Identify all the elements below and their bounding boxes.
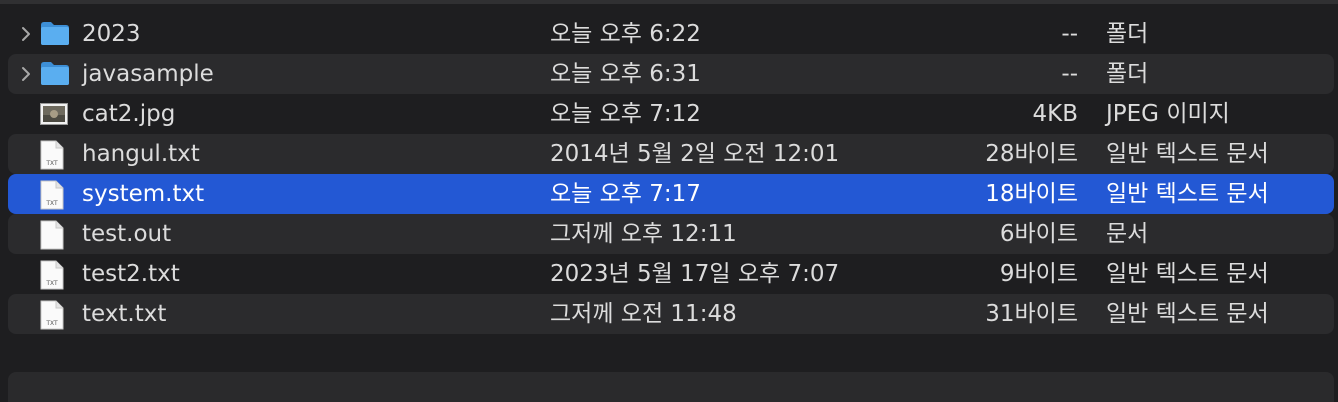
date-modified: 오늘 오후 6:31	[550, 61, 701, 87]
file-size: 4KB	[1032, 101, 1079, 127]
file-row[interactable]: javasample 오늘 오후 6:31 -- 폴더	[8, 54, 1334, 94]
file-name[interactable]: javasample	[82, 54, 214, 94]
file-kind: JPEG 이미지	[1106, 101, 1230, 127]
date-modified: 오늘 오후 7:17	[550, 181, 701, 207]
file-size: 31바이트	[985, 301, 1078, 327]
date-modified: 오늘 오후 6:22	[550, 21, 701, 47]
file-size: 9바이트	[999, 261, 1078, 287]
file-row[interactable]: test.out 그저께 오후 12:11 6바이트 문서	[8, 214, 1334, 254]
svg-text:TXT: TXT	[45, 320, 58, 327]
file-list[interactable]: 2023 오늘 오후 6:22 -- 폴더 javasample 오늘 오후 6:31 --…	[8, 14, 1334, 334]
date-modified: 오늘 오후 7:12	[550, 101, 701, 127]
column-header-edge	[0, 0, 1338, 4]
file-kind: 일반 텍스트 문서	[1106, 141, 1269, 167]
svg-text:TXT: TXT	[45, 200, 58, 207]
folder-icon	[40, 54, 72, 94]
file-row[interactable]: TXT system.txt 오늘 오후 7:17 18바이트 일반 텍스트 문서	[8, 174, 1334, 214]
file-name[interactable]: text.txt	[82, 294, 166, 334]
file-kind: 일반 텍스트 문서	[1106, 261, 1269, 287]
file-size: --	[1061, 61, 1078, 87]
date-modified: 그저께 오전 11:48	[550, 301, 737, 327]
file-row[interactable]: cat2.jpg 오늘 오후 7:12 4KB JPEG 이미지	[8, 94, 1334, 134]
file-name[interactable]: 2023	[82, 14, 141, 54]
date-modified: 그저께 오후 12:11	[550, 221, 737, 247]
finder-window: 2023 오늘 오후 6:22 -- 폴더 javasample 오늘 오후 6:31 --…	[0, 0, 1338, 402]
file-name[interactable]: test2.txt	[82, 254, 180, 294]
svg-text:TXT: TXT	[45, 160, 58, 167]
file-size: 18바이트	[985, 181, 1078, 207]
file-name[interactable]: system.txt	[82, 174, 204, 214]
file-row[interactable]: TXT text.txt 그저께 오전 11:48 31바이트 일반 텍스트 문서	[8, 294, 1334, 334]
folder-icon	[40, 14, 72, 54]
disclosure-chevron-icon[interactable]	[16, 14, 36, 54]
txt-document-icon: TXT	[40, 254, 72, 294]
txt-document-icon: TXT	[40, 134, 72, 174]
svg-text:TXT: TXT	[45, 280, 58, 287]
date-modified: 2014년 5월 2일 오전 12:01	[550, 141, 840, 167]
file-name[interactable]: hangul.txt	[82, 134, 200, 174]
disclosure-chevron-icon[interactable]	[16, 54, 36, 94]
file-kind: 일반 텍스트 문서	[1106, 301, 1269, 327]
file-kind: 문서	[1106, 221, 1149, 247]
file-kind: 폴더	[1106, 61, 1149, 87]
file-size: 6바이트	[999, 221, 1078, 247]
file-row[interactable]: TXT test2.txt 2023년 5월 17일 오후 7:07 9바이트 일반 텍…	[8, 254, 1334, 294]
file-size: 28바이트	[985, 141, 1078, 167]
txt-document-icon: TXT	[40, 294, 72, 334]
path-bar	[8, 372, 1334, 402]
file-row[interactable]: TXT hangul.txt 2014년 5월 2일 오전 12:01 28바이트 일반…	[8, 134, 1334, 174]
file-kind: 폴더	[1106, 21, 1149, 47]
blank-document-icon	[40, 214, 72, 254]
file-row[interactable]: 2023 오늘 오후 6:22 -- 폴더	[8, 14, 1334, 54]
image-thumbnail-icon	[40, 94, 72, 134]
file-size: --	[1061, 21, 1078, 47]
file-name[interactable]: cat2.jpg	[82, 94, 175, 134]
txt-document-icon: TXT	[40, 174, 72, 214]
file-name[interactable]: test.out	[82, 214, 171, 254]
file-kind: 일반 텍스트 문서	[1106, 181, 1269, 207]
date-modified: 2023년 5월 17일 오후 7:07	[550, 261, 840, 287]
